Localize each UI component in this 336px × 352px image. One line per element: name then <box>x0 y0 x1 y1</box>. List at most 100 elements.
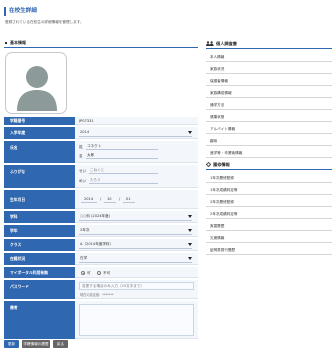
personal-item-6[interactable]: アルバイト情報 <box>206 124 332 134</box>
birthday-day-input[interactable]: 01 <box>123 196 135 203</box>
history-item-1[interactable]: 1年次成績判定等 <box>206 185 332 195</box>
value-notes-cell <box>75 301 198 339</box>
notes-textarea[interactable] <box>79 304 194 336</box>
page-description: 登録されている在校生の詳細情報を管理します。 <box>5 20 84 24</box>
history-button[interactable]: 学籍情報の履歴 <box>22 340 50 348</box>
row-status: 在籍状況 在学 <box>4 253 198 266</box>
password-placeholder: 変更する場合のみ入力（20文字まで） <box>82 284 145 288</box>
admission-year-select[interactable]: 2014 <box>79 129 192 137</box>
furigana-mei-input[interactable]: たろう <box>89 177 158 184</box>
users-icon <box>206 40 214 48</box>
personal-item-7[interactable]: 趣味 <box>206 136 332 146</box>
mynumber-no-label: 不可 <box>103 271 111 275</box>
birthday-month-value: 10 <box>107 197 112 201</box>
label-furigana: ふりがな <box>4 165 75 188</box>
admission-year-selected: 2014 <box>80 130 90 134</box>
row-class: クラス A（2014年度学科） <box>4 239 198 252</box>
avatar-placeholder-icon <box>17 66 57 111</box>
history-item-4[interactable]: 実習履歴 <box>206 221 332 231</box>
class-selected: A（2014年度学科） <box>80 242 114 246</box>
row-grade: 学年 2年次 <box>4 225 198 238</box>
caret-down-icon <box>188 243 192 246</box>
name-mei-input[interactable]: 太郎 <box>86 152 158 159</box>
row-furigana: ふりがな せい こねくと めい たろう <box>4 165 198 189</box>
value-student-no-cell: JP07331 <box>75 117 198 125</box>
row-notes: 備考 <box>4 301 198 340</box>
gear-icon <box>206 161 211 169</box>
student-photo[interactable] <box>5 52 67 114</box>
label-course: 学科 <box>4 211 75 223</box>
name-mei-prefix: 名 <box>79 154 83 158</box>
personal-item-0[interactable]: 本人情報 <box>206 52 332 62</box>
value-course-cell: ○○科 (2024年度) <box>75 211 198 223</box>
personal-divider <box>206 48 332 49</box>
status-selected: 在学 <box>80 256 88 260</box>
label-status: 在籍状況 <box>4 253 75 265</box>
personal-item-1[interactable]: 家族状況 <box>206 64 332 74</box>
furigana-sei-prefix: せい <box>79 169 87 173</box>
birthday-sep-1: / <box>100 197 102 201</box>
value-password-cell: 変更する場合のみ入力（20文字まで） 現在の設定値：******* <box>75 280 198 299</box>
basic-info-heading: 基本情報 <box>5 39 26 46</box>
label-password: パスワード <box>4 280 75 299</box>
birthday-sep-2: / <box>119 197 121 201</box>
status-select[interactable]: 在学 <box>79 255 192 263</box>
birthday-year-input[interactable]: 2014 <box>81 196 97 203</box>
class-select[interactable]: A（2014年度学科） <box>79 241 192 249</box>
name-sei-prefix: 姓 <box>79 145 83 149</box>
name-sei-value: コネクト <box>87 144 102 148</box>
birthday-month-input[interactable]: 10 <box>104 196 116 203</box>
row-name: 氏名 姓 コネクト 名 太郎 <box>4 141 198 164</box>
birthday-day-value: 01 <box>126 197 131 201</box>
personal-item-8[interactable]: 進学等・卒業後情報 <box>206 148 332 158</box>
label-student-no: 学籍番号 <box>4 117 75 125</box>
history-item-3[interactable]: 2年次成績判定等 <box>206 209 332 219</box>
page-title: 在校生詳細 <box>9 8 37 14</box>
name-mei-value: 太郎 <box>87 153 95 157</box>
basic-info-divider <box>4 47 198 48</box>
course-selected: ○○科 (2024年度) <box>80 214 111 218</box>
grade-selected: 2年次 <box>80 228 90 232</box>
personal-item-3[interactable]: 家族構成情報 <box>206 88 332 98</box>
furigana-mei-prefix: めい <box>79 179 87 183</box>
password-input[interactable]: 変更する場合のみ入力（20文字まで） <box>79 282 194 290</box>
birthday-year-value: 2014 <box>84 197 94 201</box>
history-divider <box>206 169 332 170</box>
personal-item-4[interactable]: 通学方法 <box>206 100 332 110</box>
course-select[interactable]: ○○科 (2024年度) <box>79 213 192 221</box>
furigana-sei-input[interactable]: こねくと <box>89 167 158 174</box>
history-item-6[interactable]: 証明書発行履歴 <box>206 245 332 255</box>
value-status-cell: 在学 <box>75 253 198 265</box>
label-birthday: 生年月日 <box>4 190 75 209</box>
value-class-cell: A（2014年度学科） <box>75 239 198 251</box>
value-admission-year-cell: 2014 <box>75 127 198 139</box>
history-item-0[interactable]: 1年次履修登録 <box>206 173 332 183</box>
mynumber-yes-radio[interactable] <box>81 271 85 275</box>
label-mynumber: マイポータル利用有無 <box>4 267 75 278</box>
row-mynumber: マイポータル利用有無 可 不可 <box>4 267 198 279</box>
history-item-5[interactable]: 欠席情報 <box>206 233 332 243</box>
value-name-cell: 姓 コネクト 名 太郎 <box>75 141 198 163</box>
student-no-value: JP07331 <box>79 119 94 123</box>
back-button[interactable]: 戻る <box>53 340 68 348</box>
value-grade-cell: 2年次 <box>75 225 198 237</box>
value-mynumber-cell: 可 不可 <box>75 267 198 278</box>
name-sei-input[interactable]: コネクト <box>86 143 158 150</box>
value-furigana-cell: せい こねくと めい たろう <box>75 165 198 188</box>
history-heading: 履修情報 <box>206 161 230 168</box>
history-item-2[interactable]: 2年次履修登録 <box>206 197 332 207</box>
update-button[interactable]: 更新 <box>4 340 19 348</box>
history-heading-label: 履修情報 <box>213 162 230 167</box>
personal-item-2[interactable]: 保護者情報 <box>206 76 332 86</box>
square-bullet-icon <box>5 42 7 44</box>
mynumber-no-radio[interactable] <box>97 271 101 275</box>
caret-down-icon <box>188 131 192 134</box>
grade-select[interactable]: 2年次 <box>79 227 192 235</box>
row-student-no: 学籍番号 JP07331 <box>4 117 198 126</box>
basic-info-heading-label: 基本情報 <box>10 40 26 45</box>
personal-item-5[interactable]: 健康状態 <box>206 112 332 122</box>
value-birthday-cell: 2014 / 10 / 01 <box>75 190 198 209</box>
row-admission-year: 入学年度 2014 <box>4 127 198 140</box>
personal-heading-label: 個人調査書 <box>216 41 237 46</box>
label-class: クラス <box>4 239 75 251</box>
